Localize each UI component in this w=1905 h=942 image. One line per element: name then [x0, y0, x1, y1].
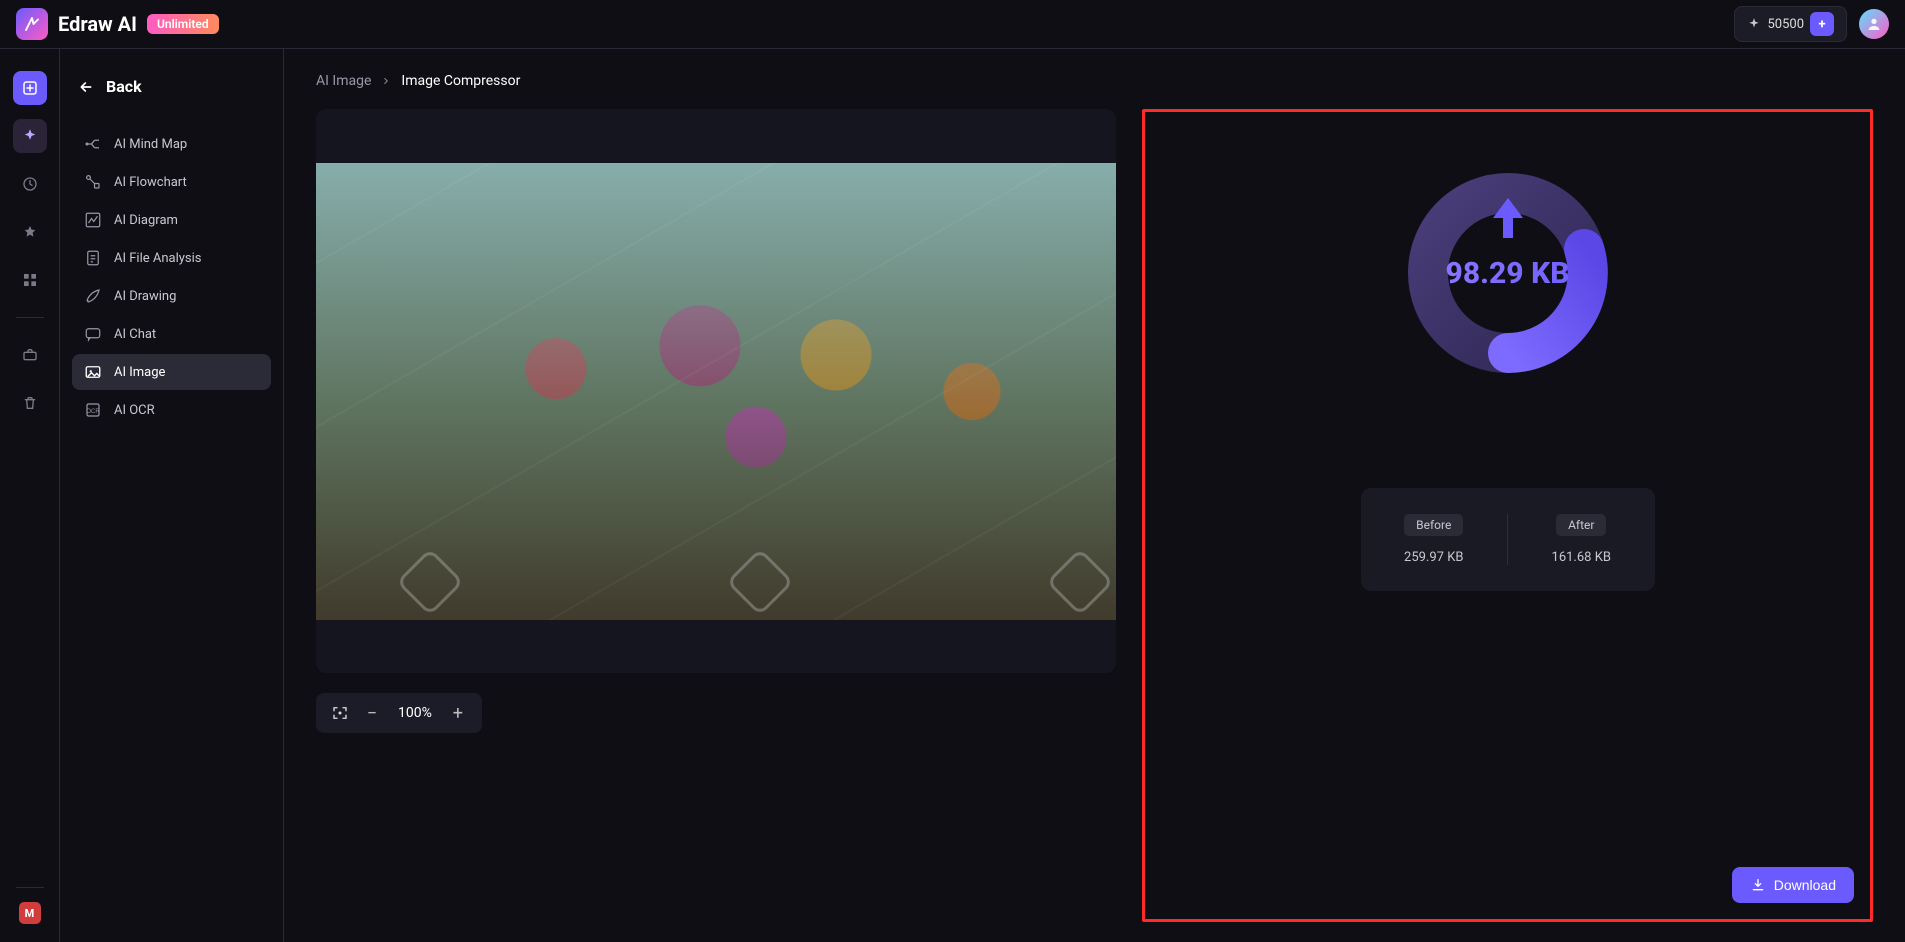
- back-label: Back: [106, 77, 142, 96]
- rail-divider: [16, 317, 44, 318]
- zoom-out-button[interactable]: −: [360, 701, 384, 725]
- breadcrumb: AI Image Image Compressor: [316, 73, 1873, 89]
- after-value: 161.68 KB: [1552, 550, 1611, 565]
- rail-recent-button[interactable]: [13, 167, 47, 201]
- sidebar-item-label: AI OCR: [114, 403, 155, 418]
- trash-icon: [22, 395, 38, 411]
- header-left: Edraw AI Unlimited: [16, 8, 219, 40]
- mindmap-icon: [84, 135, 102, 153]
- download-label: Download: [1774, 877, 1836, 893]
- sidebar-item-ai-diagram[interactable]: AI Diagram: [72, 202, 271, 238]
- activity-rail: M: [0, 49, 60, 942]
- compression-donut: 98.29 KB: [1403, 168, 1613, 378]
- arrow-left-icon: [78, 79, 94, 95]
- main-content: AI Image Image Compressor: [284, 49, 1905, 942]
- add-credits-button[interactable]: +: [1810, 12, 1834, 36]
- watermark-logo-icon: [396, 548, 464, 616]
- fit-icon: [331, 704, 349, 722]
- tool-sidebar: Back AI Mind Map AI Flowchart AI Diagram…: [60, 49, 284, 942]
- rail-favorites-button[interactable]: [13, 215, 47, 249]
- app-header: Edraw AI Unlimited 50500 +: [0, 0, 1905, 49]
- back-button[interactable]: Back: [72, 77, 271, 96]
- credits-display[interactable]: 50500 +: [1734, 6, 1847, 42]
- sparkle-icon: [1747, 17, 1761, 31]
- breadcrumb-current: Image Compressor: [401, 73, 520, 89]
- sidebar-item-ai-image[interactable]: AI Image: [72, 354, 271, 390]
- preview-image: [316, 163, 1116, 620]
- fit-screen-button[interactable]: [328, 701, 352, 725]
- watermark-logo-icon: [1046, 548, 1114, 616]
- chevron-right-icon: [381, 76, 391, 86]
- sidebar-item-ai-flowchart[interactable]: AI Flowchart: [72, 164, 271, 200]
- sidebar-item-label: AI Mind Map: [114, 137, 187, 152]
- rail-divider-bottom: [16, 887, 44, 888]
- result-panel: 98.29 KB Before 259.97 KB After 161.68 K…: [1142, 109, 1873, 922]
- sidebar-item-ai-mind-map[interactable]: AI Mind Map: [72, 126, 271, 162]
- sidebar-item-label: AI File Analysis: [114, 251, 202, 266]
- before-column: Before 259.97 KB: [1361, 514, 1509, 565]
- sidebar-item-label: AI Drawing: [114, 289, 176, 304]
- rail-trash-button[interactable]: [13, 386, 47, 420]
- watermark-logo-icon: [726, 548, 794, 616]
- sidebar-item-label: AI Flowchart: [114, 175, 187, 190]
- download-icon: [1750, 877, 1766, 893]
- rail-create-button[interactable]: [13, 71, 47, 105]
- app-name: Edraw AI: [58, 12, 137, 36]
- rail-ai-button[interactable]: [13, 119, 47, 153]
- flowchart-icon: [84, 173, 102, 191]
- sidebar-item-ai-drawing[interactable]: AI Drawing: [72, 278, 271, 314]
- app-logo-icon: [16, 8, 48, 40]
- ocr-icon: OCR: [84, 401, 102, 419]
- sidebar-item-ai-ocr[interactable]: OCR AI OCR: [72, 392, 271, 428]
- image-panel: − 100% +: [316, 109, 1116, 922]
- diagram-icon: [84, 211, 102, 229]
- image-icon: [84, 363, 102, 381]
- star-icon: [22, 224, 38, 240]
- user-avatar[interactable]: [1859, 9, 1889, 39]
- svg-text:OCR: OCR: [86, 409, 100, 415]
- credits-value: 50500: [1767, 17, 1804, 32]
- image-preview: [316, 109, 1116, 673]
- zoom-in-button[interactable]: +: [446, 701, 470, 725]
- briefcase-icon: [22, 347, 38, 363]
- plan-badge: Unlimited: [147, 14, 219, 34]
- sidebar-item-ai-chat[interactable]: AI Chat: [72, 316, 271, 352]
- size-comparison: Before 259.97 KB After 161.68 KB: [1361, 488, 1655, 591]
- rail-templates-button[interactable]: [13, 263, 47, 297]
- sidebar-item-label: AI Image: [114, 365, 165, 380]
- sidebar-item-ai-file-analysis[interactable]: AI File Analysis: [72, 240, 271, 276]
- after-label: After: [1556, 514, 1606, 536]
- clock-icon: [22, 176, 38, 192]
- before-label: Before: [1404, 514, 1463, 536]
- watermark-overlay: [316, 163, 1116, 620]
- breadcrumb-root[interactable]: AI Image: [316, 73, 371, 89]
- before-value: 259.97 KB: [1404, 550, 1463, 565]
- drawing-icon: [84, 287, 102, 305]
- rail-projects-button[interactable]: [13, 338, 47, 372]
- header-right: 50500 +: [1734, 6, 1889, 42]
- download-button[interactable]: Download: [1732, 867, 1854, 903]
- after-column: After 161.68 KB: [1508, 514, 1655, 565]
- zoom-value: 100%: [392, 705, 438, 721]
- rail-workspace-badge[interactable]: M: [19, 902, 41, 924]
- tool-menu: AI Mind Map AI Flowchart AI Diagram AI F…: [72, 126, 271, 428]
- sidebar-item-label: AI Chat: [114, 327, 156, 342]
- grid-icon: [22, 272, 38, 288]
- sidebar-item-label: AI Diagram: [114, 213, 178, 228]
- user-icon: [1866, 16, 1882, 32]
- content-row: − 100% +: [316, 109, 1873, 922]
- file-analysis-icon: [84, 249, 102, 267]
- zoom-toolbar: − 100% +: [316, 693, 482, 733]
- saved-size: 98.29 KB: [1403, 168, 1613, 378]
- chat-icon: [84, 325, 102, 343]
